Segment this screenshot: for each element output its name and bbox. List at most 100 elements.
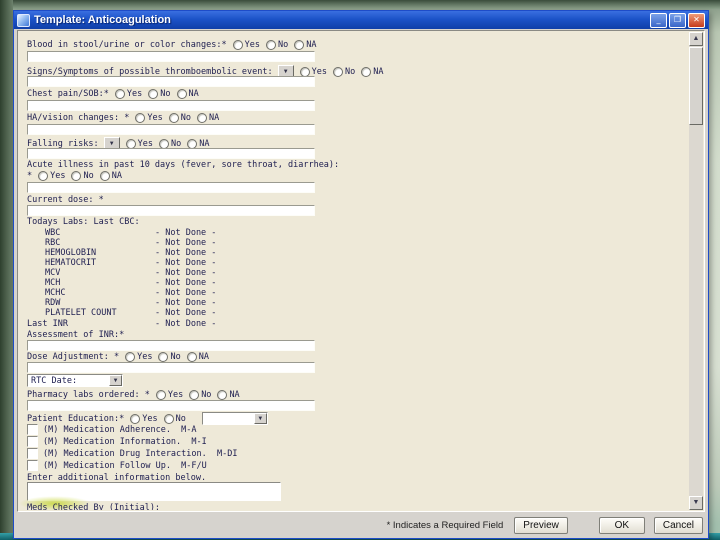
radio-icon (168, 113, 179, 123)
checkbox-label: (M) Medication Drug Interaction. M-DI (43, 448, 238, 459)
radio-option-yes[interactable]: Yes (114, 89, 142, 99)
preview-button[interactable]: Preview (514, 516, 568, 534)
radio-option-yes[interactable]: Yes (125, 138, 153, 149)
rtc-date-combobox[interactable]: RTC Date: ▼ (27, 374, 123, 387)
radio-group-pharmacy-labs: Yes No NA (150, 390, 240, 400)
acute-illness-comment-input[interactable] (27, 182, 315, 193)
lab-name: HEMATOCRIT (45, 258, 97, 268)
radio-label: No (83, 171, 94, 181)
vertical-scrollbar[interactable]: ▲ ▼ (689, 32, 703, 510)
radio-group-blood-in-stool: Yes No NA (227, 40, 316, 50)
radio-option-na[interactable]: NA (217, 390, 240, 400)
radio-option-no[interactable]: No (71, 171, 94, 181)
question-chest-pain: Chest pain/SOB:* Yes No NA (27, 89, 199, 99)
radio-option-na[interactable]: NA (196, 113, 219, 123)
dialog-footer: * Indicates a Required Field Preview OK … (17, 515, 703, 535)
radio-option-no[interactable]: No (265, 40, 288, 50)
radio-icon (189, 390, 200, 400)
radio-option-no[interactable]: No (163, 413, 186, 424)
question-label: Chest pain/SOB:* (27, 89, 109, 99)
radio-label: Yes (167, 390, 184, 400)
radio-option-yes[interactable]: Yes (135, 113, 163, 123)
radio-icon (361, 66, 372, 77)
checkbox[interactable] (27, 448, 38, 459)
radio-option-na[interactable]: NA (187, 138, 210, 149)
radio-group-acute-illness: Yes No NA (32, 171, 122, 181)
checkbox[interactable] (27, 436, 38, 447)
chevron-down-icon: ▼ (283, 67, 288, 75)
radio-label: No (345, 66, 356, 77)
radio-option-yes[interactable]: Yes (38, 171, 65, 181)
scroll-up-icon[interactable]: ▲ (689, 32, 703, 46)
lab-row: RDW - Not Done - (45, 298, 216, 308)
question-label: Signs/Symptoms of possible thromboemboli… (27, 66, 273, 77)
titlebar[interactable]: Template: Anticoagulation _ ❐ ✕ (14, 11, 708, 29)
radio-option-no[interactable]: No (189, 390, 211, 400)
radio-icon (125, 352, 136, 362)
chest-pain-comment-input[interactable] (27, 100, 315, 111)
radio-option-yes[interactable]: Yes (155, 390, 184, 400)
lab-name: RBC (45, 238, 61, 248)
slide-top-band (0, 0, 720, 9)
scrollbar-thumb[interactable] (689, 47, 703, 125)
lab-name: RDW (45, 298, 61, 308)
radio-option-yes[interactable]: Yes (130, 413, 158, 424)
radio-option-yes[interactable]: Yes (232, 40, 260, 50)
lab-value: - Not Done - (155, 248, 217, 258)
question-dose-adjustment: Dose Adjustment: * Yes No NA (27, 352, 209, 362)
rtc-date-row: RTC Date: ▼ (27, 374, 123, 387)
radio-option-na[interactable]: NA (176, 89, 199, 99)
radio-option-no[interactable]: No (148, 89, 171, 99)
radio-icon (130, 413, 141, 424)
assessment-inr-input[interactable] (27, 340, 315, 351)
cancel-button[interactable]: Cancel (653, 516, 703, 534)
question-label: HA/vision changes: * (27, 113, 130, 123)
checkbox[interactable] (27, 460, 38, 471)
ok-button[interactable]: OK (598, 516, 645, 534)
scroll-down-icon[interactable]: ▼ (689, 496, 703, 510)
question-label: Blood in stool/urine or color changes:* (27, 40, 227, 50)
radio-option-yes[interactable]: Yes (125, 352, 152, 362)
radio-option-na[interactable]: NA (361, 66, 384, 77)
combo-arrow-icon[interactable]: ▼ (109, 375, 122, 386)
thromboembolic-comment-input[interactable] (27, 76, 315, 87)
current-dose-input[interactable] (27, 205, 315, 216)
checkbox[interactable] (27, 424, 38, 435)
slide-left-band (0, 0, 13, 540)
additional-info-textarea[interactable] (27, 482, 281, 501)
question-label: Falling risks: (27, 138, 99, 149)
question-pharmacy-labs: Pharmacy labs ordered: * Yes No NA (27, 390, 240, 400)
radio-label: Yes (142, 413, 158, 424)
pharmacy-labs-comment-input[interactable] (27, 400, 315, 411)
ha-vision-comment-input[interactable] (27, 124, 315, 135)
close-button[interactable]: ✕ (688, 12, 705, 28)
question-label: Assessment of INR:* (27, 330, 125, 340)
radio-option-no[interactable]: No (158, 352, 181, 362)
minimize-button[interactable]: _ (650, 12, 667, 28)
patient-education-combobox[interactable]: ▼ (201, 412, 268, 425)
radio-icon (99, 171, 110, 181)
falling-risks-comment-input[interactable] (27, 148, 315, 159)
chevron-down-icon: ▼ (113, 376, 118, 384)
lab-value: - Not Done - (155, 319, 217, 329)
lab-row: HEMOGLOBIN - Not Done - (45, 248, 216, 258)
radio-label: No (170, 352, 181, 362)
question-label: Patient Education:* (27, 413, 125, 424)
blood-in-stool-comment-input[interactable] (27, 51, 315, 62)
window-title: Template: Anticoagulation (34, 14, 171, 26)
radio-option-yes[interactable]: Yes (299, 66, 327, 77)
radio-option-na[interactable]: NA (294, 40, 316, 50)
combo-arrow-icon[interactable]: ▼ (253, 413, 267, 424)
maximize-button[interactable]: ❐ (669, 12, 686, 28)
label-text: Meds Checked By (Initial): (27, 503, 161, 510)
radio-icon (114, 89, 125, 99)
radio-option-na[interactable]: NA (99, 171, 122, 181)
lab-row: MCHC - Not Done - (45, 288, 216, 298)
radio-option-no[interactable]: No (168, 113, 191, 123)
radio-option-na[interactable]: NA (186, 352, 209, 362)
radio-option-no[interactable]: No (333, 66, 356, 77)
window-controls: _ ❐ ✕ (650, 12, 705, 28)
dose-adjustment-comment-input[interactable] (27, 362, 315, 373)
lab-row: RBC - Not Done - (45, 238, 216, 248)
radio-option-no[interactable]: No (159, 138, 181, 149)
